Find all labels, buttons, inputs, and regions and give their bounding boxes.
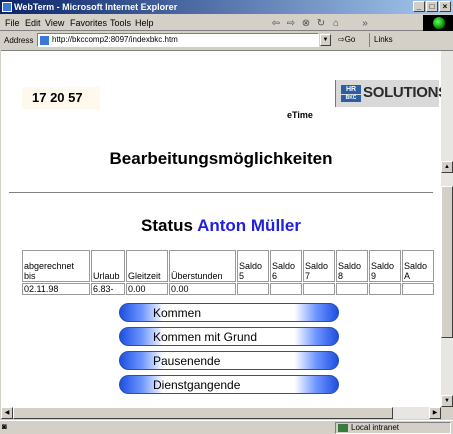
- cell-urlaub: 6.83-: [91, 283, 125, 295]
- menu-edit[interactable]: Edit: [25, 18, 41, 28]
- page-heading: Bearbeitungsmöglichkeiten: [109, 149, 333, 168]
- go-button[interactable]: ⇨Go: [338, 35, 355, 44]
- pausenende-button[interactable]: Pausenende: [119, 351, 339, 370]
- employee-name: Anton Müller: [197, 216, 301, 235]
- ie-app-icon: [2, 2, 12, 12]
- globe-icon: [433, 17, 445, 29]
- cell-gleitzeit: 0.00: [126, 283, 168, 295]
- etime-label: eTime: [287, 110, 313, 120]
- stop-icon[interactable]: ⊗: [300, 18, 312, 30]
- address-label: Address: [4, 36, 34, 45]
- menu-bar: File Edit View Favorites Tools Help: [0, 15, 453, 31]
- address-dropdown-button[interactable]: ▼: [320, 34, 331, 46]
- links-button[interactable]: Links: [369, 33, 393, 47]
- cell-ueberstunden: 0.00: [169, 283, 236, 295]
- hr-solutions-logo: HR BKC SOLUTIONS: [335, 80, 441, 107]
- address-url: http://bkccomp2:8097/indexbkc.htm: [52, 35, 178, 44]
- home-icon[interactable]: ⌂: [330, 18, 342, 30]
- col-saldo-8: Saldo 8: [336, 250, 368, 282]
- close-button[interactable]: ×: [439, 1, 451, 12]
- scroll-right-button[interactable]: ▶: [429, 407, 441, 419]
- zone-label: Local intranet: [351, 423, 400, 432]
- menu-tools[interactable]: Tools: [110, 18, 131, 28]
- address-bar: Address http://bkccomp2:8097/indexbkc.ht…: [0, 32, 453, 49]
- logo-bkc: BKC: [341, 95, 361, 102]
- scroll-up-button[interactable]: ▲: [441, 161, 453, 173]
- kommen-mit-grund-button[interactable]: Kommen mit Grund: [119, 327, 339, 346]
- windows-logo: [423, 15, 453, 31]
- refresh-icon[interactable]: ↻: [315, 18, 327, 30]
- title-bar[interactable]: WebTerm - Microsoft Internet Explorer _ …: [0, 0, 453, 14]
- forward-icon[interactable]: ⇨: [285, 18, 297, 30]
- vertical-scroll-thumb[interactable]: [441, 186, 453, 338]
- menu-help[interactable]: Help: [135, 18, 154, 28]
- security-zone: Local intranet: [335, 422, 451, 434]
- dienstgangende-button[interactable]: Dienstgangende: [119, 375, 339, 394]
- cell-saldo-8: [336, 283, 368, 295]
- page-content: 17 20 57 eTime HR BKC SOLUTIONS Bearbeit…: [1, 50, 441, 407]
- col-saldo-a: Saldo A: [402, 250, 434, 282]
- col-saldo-9: Saldo 9: [369, 250, 401, 282]
- table-header-row: abgerechnet bis Urlaub Gleitzeit Überstu…: [22, 250, 434, 282]
- go-label: Go: [344, 35, 356, 44]
- col-gleitzeit: Gleitzeit: [126, 250, 168, 282]
- action-buttons: Kommen Kommen mit Grund Pausenende Diens…: [119, 303, 339, 399]
- cell-saldo-5: [237, 283, 269, 295]
- logo-hr: HR: [341, 85, 361, 94]
- logo-solutions: SOLUTIONS: [363, 84, 441, 101]
- status-heading: Status Anton Müller: [1, 216, 441, 236]
- cell-saldo-7: [303, 283, 335, 295]
- horizontal-scroll-thumb[interactable]: [13, 407, 393, 419]
- menu-file[interactable]: File: [5, 18, 20, 28]
- cell-saldo-6: [270, 283, 302, 295]
- chevron-more-icon[interactable]: »: [359, 18, 371, 30]
- table-row: 02.11.98 6.83- 0.00 0.00: [22, 283, 434, 295]
- scroll-left-button[interactable]: ◀: [1, 407, 13, 419]
- nav-toolbar: ⇦ ⇨ ⊗ ↻ ⌂ »: [270, 16, 371, 31]
- col-urlaub: Urlaub: [91, 250, 125, 282]
- minimize-button[interactable]: _: [413, 1, 425, 12]
- divider: [9, 192, 433, 194]
- col-saldo-5: Saldo 5: [237, 250, 269, 282]
- status-label: Status: [141, 216, 193, 235]
- back-icon[interactable]: ⇦: [270, 18, 282, 30]
- window-controls: _ □ ×: [413, 1, 451, 12]
- kommen-button[interactable]: Kommen: [119, 303, 339, 322]
- col-saldo-7: Saldo 7: [303, 250, 335, 282]
- horizontal-scrollbar[interactable]: ◀ ▶: [1, 407, 441, 419]
- scroll-down-button[interactable]: ▼: [441, 395, 453, 407]
- balance-table: abgerechnet bis Urlaub Gleitzeit Überstu…: [21, 249, 435, 296]
- page-icon: [40, 36, 49, 45]
- cell-saldo-a: [402, 283, 434, 295]
- intranet-icon: [338, 424, 348, 432]
- menu-favorites[interactable]: Favorites: [70, 18, 107, 28]
- scroll-corner: [441, 407, 453, 419]
- col-ueberstunden: Überstunden: [169, 250, 236, 282]
- status-bar: ◙ Local intranet: [0, 420, 453, 434]
- vertical-scrollbar[interactable]: ▲ ▼: [441, 50, 453, 407]
- menu-view[interactable]: View: [45, 18, 64, 28]
- cell-saldo-9: [369, 283, 401, 295]
- col-abgerechnet: abgerechnet bis: [22, 250, 90, 282]
- browser-window: WebTerm - Microsoft Internet Explorer _ …: [0, 0, 453, 434]
- cell-abgerechnet: 02.11.98: [22, 283, 90, 295]
- window-title: WebTerm - Microsoft Internet Explorer: [14, 2, 178, 12]
- page-done-icon: ◙: [2, 422, 7, 431]
- clock-display: 17 20 57: [22, 87, 100, 109]
- col-saldo-6: Saldo 6: [270, 250, 302, 282]
- address-input[interactable]: http://bkccomp2:8097/indexbkc.htm: [37, 33, 319, 47]
- maximize-button[interactable]: □: [426, 1, 438, 12]
